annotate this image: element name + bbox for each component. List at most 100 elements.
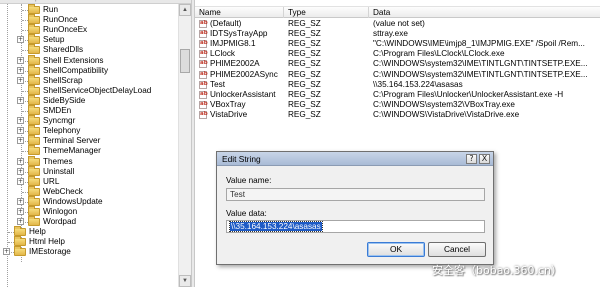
folder-icon [28,54,40,65]
tree-item-label: WebCheck [43,186,83,196]
expand-plus-icon[interactable]: + [3,248,10,256]
tree-item[interactable]: + ShellCompatibility [0,64,180,76]
folder-icon [28,125,40,136]
tree-item[interactable]: + ShellScrap [0,74,180,86]
string-value-icon [199,40,208,49]
scroll-up-arrow-icon[interactable]: ▲ [179,4,191,16]
expand-plus-icon[interactable]: + [17,218,24,226]
value-row[interactable]: IDTSysTrayApp REG_SZ sttray.exe [195,29,600,39]
folder-icon [28,4,40,14]
tree-item-label: SMDEn [43,106,72,115]
value-data-cell: C:\Program Files\LClock\LClock.exe [373,49,505,59]
value-row[interactable]: LClock REG_SZ C:\Program Files\LClock\LClo… [195,49,600,59]
tree-item[interactable]: RunOnce [0,14,180,25]
tree-item[interactable]: SMDEn [0,105,180,116]
string-value-icon [199,70,208,79]
value-data-cell: \\35.164.153.224\asasas [373,79,463,89]
registry-tree[interactable]: vip RunRunOnceRunOnceEx+SetupSharedDlls+… [0,0,191,287]
tree-item[interactable]: ShellServiceObjectDelayLoad [0,84,180,96]
folder-icon [28,44,40,55]
scroll-thumb[interactable] [180,49,190,73]
tree-item[interactable]: + Shell Extensions [0,54,180,66]
value-type-cell: REG_SZ [288,89,321,99]
value-row[interactable]: PHIME2002A REG_SZ C:\WINDOWS\system32\IME\… [195,59,600,69]
string-value-icon [199,90,208,99]
column-header-data[interactable]: Data [369,7,600,18]
expand-plus-icon[interactable]: + [17,117,24,125]
tree-item-label: Winlogon [43,207,78,216]
folder-icon [28,64,40,75]
tree-item-label: Themes [43,156,73,166]
tree-item[interactable]: + Winlogon [0,206,180,217]
value-name-field[interactable]: Test [226,188,485,201]
expand-plus-icon[interactable]: + [17,167,24,175]
value-name-cell: VBoxTray [210,99,246,109]
tree-item[interactable]: + Uninstall [0,165,180,177]
tree-item[interactable]: + IMEstorage [0,246,180,257]
expand-plus-icon[interactable]: + [17,56,24,64]
tree-item[interactable]: + Terminal Server [0,135,180,146]
expand-plus-icon[interactable]: + [17,137,24,145]
value-name-cell: IMJPMIG8.1 [210,39,256,49]
expand-plus-icon[interactable]: + [17,197,24,205]
value-row[interactable]: VBoxTray REG_SZ C:\WINDOWS\system32\VBoxTr… [195,100,600,110]
tree-item[interactable]: + URL [0,175,180,187]
value-type-cell: REG_SZ [288,99,321,109]
tree-item[interactable]: Html Help [0,236,180,247]
tree-item[interactable]: + Syncmgr [0,115,180,126]
column-header-name[interactable]: Name [195,7,284,18]
expand-plus-icon[interactable]: + [17,96,24,104]
column-header-type[interactable]: Type [284,7,369,18]
tree-item[interactable]: + Telephony [0,125,180,136]
value-data-cell: C:\WINDOWS\system32\IME\TINTLGNT\TINTSET… [373,69,588,79]
value-data-field[interactable]: \\35.164.153.224\asasas [226,220,485,233]
expand-plus-icon[interactable]: + [17,157,24,165]
expand-plus-icon[interactable]: + [17,208,24,215]
expand-plus-icon[interactable]: + [17,66,24,74]
tree-item[interactable]: RunOnceEx [0,24,180,35]
tree-scrollbar[interactable]: ▲ ▼ [178,4,191,287]
cancel-button[interactable]: Cancel [428,242,486,257]
expand-plus-icon[interactable]: + [17,177,24,185]
tree-item[interactable]: + Themes [0,155,180,167]
tree-item[interactable]: ThemeManager [0,145,180,156]
tree-item[interactable]: Run [0,4,180,15]
folder-icon [28,185,40,196]
tree-item[interactable]: Help [0,226,180,237]
scroll-down-arrow-icon[interactable]: ▼ [179,275,191,287]
tree-item[interactable]: + SideBySide [0,94,180,106]
ok-button[interactable]: OK [367,242,425,257]
value-row[interactable]: IMJPMIG8.1 REG_SZ "C:\WINDOWS\IME\imjp8_1\… [195,39,600,49]
tree-item[interactable]: SharedDlls [0,44,180,55]
help-button[interactable]: ? [466,154,477,164]
tree-item-label: Telephony [43,126,81,136]
tree-item-label: Run [43,5,59,14]
value-name-cell: UnlockerAssistant [210,89,276,99]
expand-plus-icon[interactable]: + [17,36,24,44]
tree-item-label: ShellScrap [43,75,83,85]
value-row[interactable]: VistaDrive REG_SZ C:\WINDOWS\VistaDrive\Vi… [195,110,600,120]
tree-item-label: Wordpad [43,217,77,227]
string-value-icon [199,100,208,109]
value-row[interactable]: Test REG_SZ \\35.164.153.224\asasas [195,80,600,90]
value-name-cell: IDTSysTrayApp [210,29,268,39]
value-row[interactable]: PHIME2002ASync REG_SZ C:\WINDOWS\system32\… [195,70,600,80]
expand-plus-icon[interactable]: + [17,76,24,84]
close-button[interactable]: X [479,154,490,164]
tree-item[interactable]: + Setup [0,34,180,45]
dialog-title-bar[interactable]: Edit String ? X [217,152,493,166]
expand-plus-icon[interactable]: + [17,127,24,135]
value-type-cell: REG_SZ [288,59,321,69]
folder-icon [28,165,40,176]
tree-item[interactable]: WebCheck [0,185,180,197]
tree-item[interactable]: + Wordpad [0,216,180,227]
tree-item-label: SharedDlls [43,45,84,55]
value-name-cell: PHIME2002A [210,59,260,69]
value-row[interactable]: UnlockerAssistant REG_SZ C:\Program Files\… [195,90,600,100]
string-value-icon [199,50,208,59]
value-row[interactable]: (Default) REG_SZ (value not set) [195,19,600,29]
folder-icon [14,236,26,247]
value-name-cell: Test [210,79,226,89]
tree-item[interactable]: + WindowsUpdate [0,195,180,207]
value-type-cell: REG_SZ [288,49,321,59]
